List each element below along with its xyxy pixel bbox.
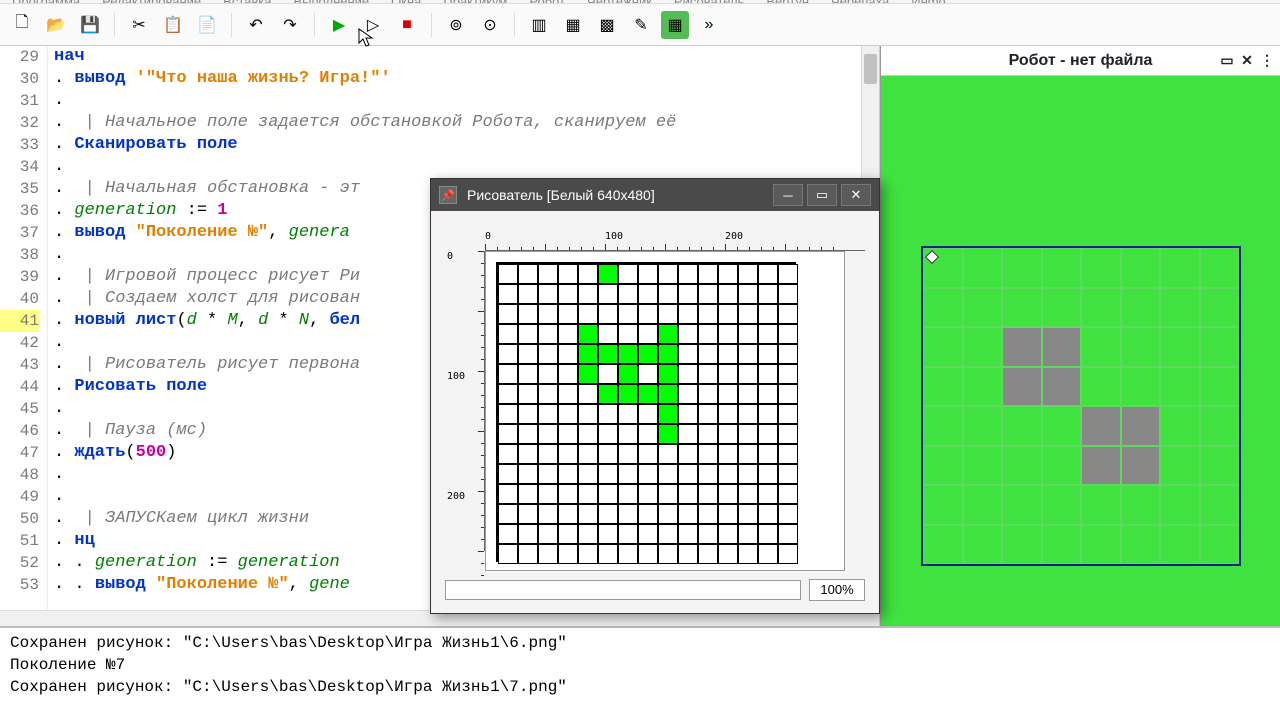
console-line: Сохранен рисунок: "C:\Users\bas\Desktop\… (10, 632, 1270, 654)
copy-button[interactable]: 📋 (159, 11, 187, 39)
robot-title-bar: Робот - нет файла ▭ ✕ ⋮ (881, 46, 1280, 76)
maximize-button[interactable]: ▭ (807, 184, 837, 206)
zoom-bar: 100% (445, 579, 865, 601)
run-button[interactable]: ▶ (325, 11, 353, 39)
close-button[interactable]: ✕ (841, 184, 871, 206)
open-button[interactable]: 📂 (42, 11, 70, 39)
tool-f[interactable]: ✎ (627, 11, 655, 39)
minimize-button[interactable]: ─ (773, 184, 803, 206)
console-output: Сохранен рисунок: "C:\Users\bas\Desktop\… (0, 626, 1280, 716)
redo-button[interactable]: ↷ (276, 11, 304, 39)
tool-g[interactable]: ▦ (661, 11, 689, 39)
painter-title-bar[interactable]: 📌 Рисователь [Белый 640x480] ─ ▭ ✕ (431, 179, 879, 211)
robot-close-icon[interactable]: ✕ (1238, 52, 1256, 70)
ruler-vertical: 0100200 (445, 251, 485, 551)
painter-canvas-wrap (485, 251, 845, 571)
toolbar-more[interactable]: » (695, 11, 723, 39)
step-button[interactable]: ▷ (359, 11, 387, 39)
tool-a[interactable]: ⊚ (442, 11, 470, 39)
robot-field[interactable] (921, 246, 1241, 566)
new-button[interactable]: 🗋 (8, 11, 36, 39)
tool-e[interactable]: ▩ (593, 11, 621, 39)
line-gutter: 2930313233343536373839404142434445464748… (0, 46, 48, 626)
robot-menu-icon[interactable]: ⋮ (1258, 52, 1276, 70)
save-button[interactable]: 💾 (76, 11, 104, 39)
ruler-horizontal: 0100200 (485, 231, 865, 251)
painter-body: 0100200 0100200 100% (431, 211, 879, 611)
painter-window[interactable]: 📌 Рисователь [Белый 640x480] ─ ▭ ✕ 01002… (430, 178, 880, 614)
tool-b[interactable]: ⊙ (476, 11, 504, 39)
tool-c[interactable]: ▥ (525, 11, 553, 39)
undo-button[interactable]: ↶ (242, 11, 270, 39)
pin-icon[interactable]: 📌 (439, 186, 457, 204)
paste-button[interactable]: 📄 (193, 11, 221, 39)
zoom-value: 100% (809, 579, 865, 601)
tool-d[interactable]: ▦ (559, 11, 587, 39)
robot-panel: Робот - нет файла ▭ ✕ ⋮ (880, 46, 1280, 626)
cut-button[interactable]: ✂ (125, 11, 153, 39)
stop-button[interactable]: ■ (393, 11, 421, 39)
console-line: Поколение №7 (10, 654, 1270, 676)
toolbar: 🗋 📂 💾 ✂ 📋 📄 ↶ ↷ ▶ ▷ ■ ⊚ ⊙ ▥ ▦ ▩ ✎ ▦ » (0, 4, 1280, 46)
console-line: Сохранен рисунок: "C:\Users\bas\Desktop\… (10, 676, 1270, 698)
robot-title: Робот - нет файла (1009, 52, 1153, 70)
zoom-slider[interactable] (445, 580, 801, 600)
painter-canvas[interactable] (496, 262, 796, 562)
painter-title: Рисователь [Белый 640x480] (467, 187, 769, 203)
scrollbar-thumb[interactable] (864, 54, 877, 84)
robot-minimize-icon[interactable]: ▭ (1218, 52, 1236, 70)
